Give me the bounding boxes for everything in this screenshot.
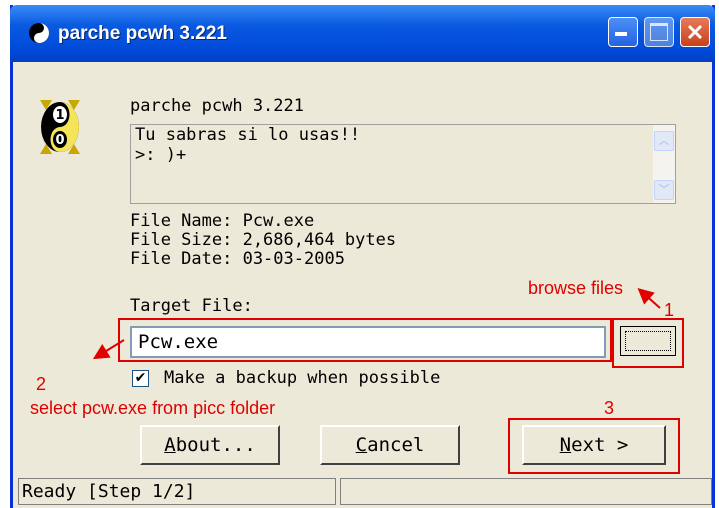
step-2-instruction: select pcw.exe from picc folder bbox=[30, 398, 276, 418]
close-button[interactable] bbox=[680, 17, 710, 47]
target-file-label: Target File: bbox=[130, 296, 253, 316]
about-mnemonic: A bbox=[164, 434, 176, 456]
target-file-highlight bbox=[118, 318, 612, 362]
about-button[interactable]: About... bbox=[140, 425, 280, 465]
step-2-annotation: 2 bbox=[36, 374, 47, 394]
close-icon bbox=[687, 24, 703, 40]
description-line-1: Tu sabras si lo usas!! bbox=[135, 125, 361, 145]
description-line-2: >: )+ bbox=[135, 145, 187, 165]
backup-label[interactable]: Make a backup when possible bbox=[164, 368, 440, 388]
about-label: bout... bbox=[175, 434, 256, 456]
scroll-up-button[interactable]: ︿ bbox=[654, 131, 674, 151]
checkmark-icon: ✔ bbox=[134, 370, 147, 386]
yin-yang-logo-icon: 1 0 bbox=[40, 100, 80, 154]
cancel-mnemonic: C bbox=[355, 434, 368, 456]
vertical-scrollbar[interactable]: ︿ ﹀ bbox=[653, 125, 675, 203]
title-bar[interactable]: parche pcwh 3.221 bbox=[10, 5, 715, 62]
minimize-icon bbox=[615, 32, 627, 36]
maximize-button[interactable] bbox=[644, 17, 674, 47]
browse-files-annotation: browse files bbox=[528, 278, 624, 298]
browse-highlight bbox=[612, 318, 684, 368]
minimize-button[interactable] bbox=[608, 17, 638, 47]
description-textarea[interactable]: Tu sabras si lo usas!! >: )+ ︿ ﹀ bbox=[130, 124, 676, 204]
scroll-down-button[interactable]: ﹀ bbox=[654, 180, 674, 200]
step-1-annotation: 1 bbox=[664, 300, 675, 320]
window-title: parche pcwh 3.221 bbox=[58, 23, 227, 44]
app-icon bbox=[29, 23, 49, 43]
chevron-up-icon: ︿ bbox=[658, 134, 670, 147]
svg-text:0: 0 bbox=[55, 133, 64, 148]
status-panel bbox=[340, 478, 712, 505]
maximize-icon bbox=[650, 23, 668, 41]
file-name-text: File Name: Pcw.exe bbox=[130, 211, 315, 231]
svg-text:1: 1 bbox=[55, 108, 64, 123]
app-name: parche pcwh 3.221 bbox=[130, 96, 304, 116]
chevron-down-icon: ﹀ bbox=[658, 183, 670, 196]
cancel-label: ancel bbox=[367, 434, 425, 456]
next-highlight bbox=[508, 418, 680, 474]
backup-checkbox[interactable]: ✔ bbox=[132, 370, 149, 387]
file-size-text: File Size: 2,686,464 bytes bbox=[130, 230, 397, 250]
status-text: Ready [Step 1/2] bbox=[18, 478, 336, 505]
file-date-text: File Date: 03-03-2005 bbox=[130, 249, 345, 269]
cancel-button[interactable]: Cancel bbox=[320, 425, 460, 465]
step-3-annotation: 3 bbox=[604, 398, 615, 418]
